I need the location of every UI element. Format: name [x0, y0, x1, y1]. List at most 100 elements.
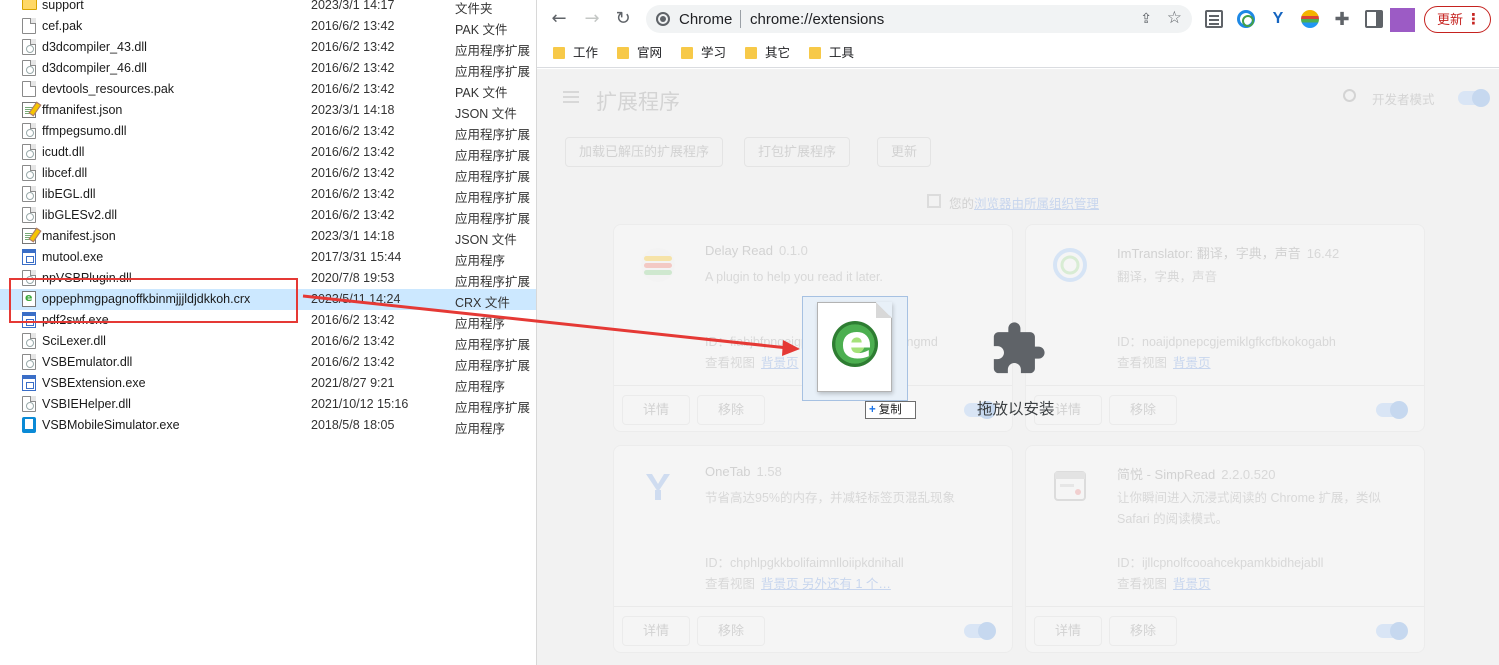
file-row[interactable]: mutool.exe 2017/3/31 15:44 应用程序 — [0, 247, 536, 268]
bookmark-folder-study[interactable]: 学习 — [679, 44, 726, 62]
file-row[interactable]: SciLexer.dll 2016/6/2 13:42 应用程序扩展 — [0, 331, 536, 352]
file-date: 2023/3/1 14:18 — [311, 229, 395, 243]
delay-read-extension-icon[interactable] — [1301, 10, 1319, 28]
bookmark-star-icon[interactable]: ☆ — [1167, 8, 1182, 28]
extension-card: OneTab 1.58 节省高达95%的内存，并减轻标签页混乱现象 ID：chphlp… — [613, 445, 1013, 653]
file-name: mutool.exe — [42, 250, 104, 264]
background-page-link[interactable]: 背景页 — [761, 356, 799, 370]
background-page-link[interactable]: 背景页 — [1173, 577, 1211, 591]
file-row[interactable]: d3dcompiler_46.dll 2016/6/2 13:42 应用程序扩展 — [0, 58, 536, 79]
file-row[interactable]: VSBEmulator.dll 2016/6/2 13:42 应用程序扩展 — [0, 352, 536, 373]
file-date: 2020/7/8 19:53 — [311, 271, 395, 285]
folder-icon — [745, 47, 757, 59]
file-date: 2017/3/31 15:44 — [311, 250, 402, 264]
file-row[interactable]: devtools_resources.pak 2016/6/2 13:42 PAK … — [0, 79, 536, 100]
dll-icon — [22, 396, 36, 412]
file-type: 应用程序 — [455, 254, 506, 268]
bookmarks-bar: 工作 官网 学习 其它 工具 — [537, 38, 1499, 68]
file-row[interactable]: VSBMobileSimulator.exe 2018/5/8 18:05 应用程序 — [0, 415, 536, 436]
file-type: 应用程序扩展 — [455, 149, 531, 163]
search-icon[interactable] — [1343, 89, 1356, 102]
remove-button[interactable]: 移除 — [1109, 395, 1178, 425]
pack-extension-button[interactable]: 打包扩展程序 — [744, 137, 851, 167]
file-type: PAK 文件 — [455, 86, 508, 100]
background-page-link[interactable]: 背景页 另外还有 1 个… — [761, 577, 891, 591]
extension-enable-toggle[interactable] — [1376, 622, 1408, 640]
remove-button[interactable]: 移除 — [697, 616, 766, 646]
profile-avatar[interactable] — [1390, 8, 1415, 32]
file-row[interactable]: libcef.dll 2016/6/2 13:42 应用程序扩展 — [0, 163, 536, 184]
remove-button[interactable]: 移除 — [697, 395, 766, 425]
load-unpacked-button[interactable]: 加载已解压的扩展程序 — [565, 137, 724, 167]
file-date: 2018/5/8 18:05 — [311, 418, 395, 432]
file-date: 2021/10/12 15:16 — [311, 397, 409, 411]
details-button[interactable]: 详情 — [622, 395, 691, 425]
file-row[interactable]: libGLESv2.dll 2016/6/2 13:42 应用程序扩展 — [0, 205, 536, 226]
file-row[interactable]: support 2023/3/1 14:17 文件夹 — [0, 0, 536, 16]
background-page-link[interactable]: 背景页 — [1173, 356, 1211, 370]
details-button[interactable]: 详情 — [1034, 616, 1103, 646]
file-name: VSBIEHelper.dll — [42, 397, 131, 411]
reload-icon[interactable]: ↻ — [612, 8, 634, 30]
address-bar[interactable]: Chrome chrome://extensions ⇪ ☆ — [646, 5, 1192, 33]
extension-enable-toggle[interactable] — [1376, 401, 1408, 419]
details-button[interactable]: 详情 — [622, 616, 691, 646]
file-date: 2016/6/2 13:42 — [311, 19, 395, 33]
file-row[interactable]: libEGL.dll 2016/6/2 13:42 应用程序扩展 — [0, 184, 536, 205]
file-type: 应用程序 — [455, 317, 506, 331]
card-divider — [1026, 385, 1424, 386]
update-extensions-button[interactable]: 更新 — [877, 137, 932, 167]
dragged-crx-file[interactable] — [802, 296, 908, 401]
file-date: 2016/6/2 13:42 — [311, 313, 395, 327]
copy-badge: + 复制 — [865, 401, 916, 419]
back-icon[interactable]: ← — [548, 8, 570, 30]
update-button[interactable]: 更新 ⋮ — [1424, 6, 1491, 33]
file-date: 2016/6/2 13:42 — [311, 208, 395, 222]
file-row[interactable]: cef.pak 2016/6/2 13:42 PAK 文件 — [0, 16, 536, 37]
dll-icon — [22, 207, 36, 223]
file-row[interactable]: ffmpegsumo.dll 2016/6/2 13:42 应用程序扩展 — [0, 121, 536, 142]
update-label: 更新 — [1437, 12, 1464, 27]
file-name: libcef.dll — [42, 166, 88, 180]
file-date: 2016/6/2 13:42 — [311, 187, 395, 201]
file-row[interactable]: VSBIEHelper.dll 2021/10/12 15:16 应用程序扩展 — [0, 394, 536, 415]
side-panel-icon[interactable] — [1365, 10, 1383, 28]
file-type: JSON 文件 — [455, 107, 517, 121]
address-url[interactable]: chrome://extensions — [750, 11, 884, 28]
file-row[interactable]: d3dcompiler_43.dll 2016/6/2 13:42 应用程序扩展 — [0, 37, 536, 58]
bookmark-folder-tools[interactable]: 工具 — [807, 44, 854, 62]
dll-icon — [22, 39, 36, 55]
file-name: devtools_resources.pak — [42, 82, 175, 96]
file-name: VSBMobileSimulator.exe — [42, 418, 180, 432]
file-row[interactable]: VSBExtension.exe 2021/8/27 9:21 应用程序 — [0, 373, 536, 394]
file-type: CRX 文件 — [455, 296, 510, 310]
menu-icon[interactable] — [563, 91, 579, 93]
dev-mode-toggle[interactable] — [1458, 89, 1490, 107]
bookmark-folder-official[interactable]: 官网 — [615, 44, 662, 62]
onetab-icon — [640, 468, 676, 504]
file-row[interactable]: icudt.dll 2016/6/2 13:42 应用程序扩展 — [0, 142, 536, 163]
onetab-extension-icon[interactable]: Y — [1269, 10, 1287, 28]
extension-enable-toggle[interactable] — [964, 622, 996, 640]
translator-extension-icon[interactable] — [1237, 10, 1255, 28]
bookmark-folder-other[interactable]: 其它 — [743, 44, 790, 62]
drop-to-install-label: 拖放以安装 — [977, 401, 1055, 418]
file-row[interactable]: manifest.json 2023/3/1 14:18 JSON 文件 — [0, 226, 536, 247]
managed-link[interactable]: 浏览器由所属组织管理 — [974, 197, 1099, 211]
remove-button[interactable]: 移除 — [1109, 616, 1178, 646]
file-name: libEGL.dll — [42, 187, 96, 201]
file-type: JSON 文件 — [455, 233, 517, 247]
json-icon — [22, 102, 36, 118]
forward-icon[interactable]: → — [581, 8, 603, 30]
file-name: SciLexer.dll — [42, 334, 106, 348]
file-row[interactable]: ffmanifest.json 2023/3/1 14:18 JSON 文件 — [0, 100, 536, 121]
extensions-puzzle-icon[interactable]: ✚ — [1333, 10, 1351, 28]
bookmark-folder-work[interactable]: 工作 — [551, 44, 598, 62]
folder-icon — [22, 0, 37, 10]
extension-version: 1.58 — [756, 464, 782, 479]
file-name: d3dcompiler_43.dll — [42, 40, 147, 54]
dll-icon — [22, 165, 36, 181]
reader-extension-icon[interactable] — [1205, 10, 1223, 28]
file-date: 2023/3/1 14:18 — [311, 103, 395, 117]
share-icon[interactable]: ⇪ — [1140, 10, 1152, 27]
